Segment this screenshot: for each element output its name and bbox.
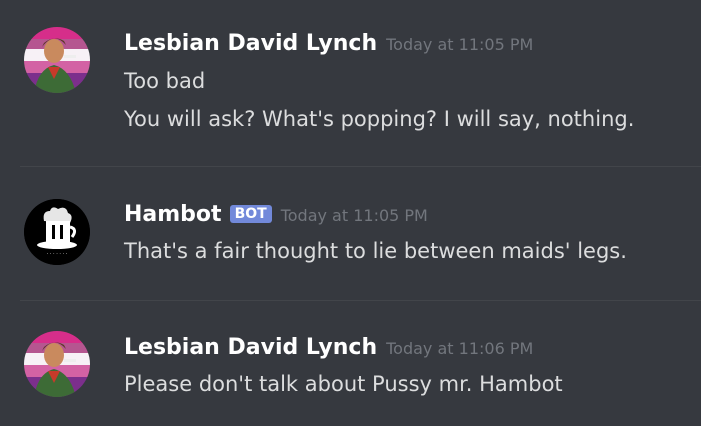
svg-text:· · · · · · ·: · · · · · · · [47,251,68,257]
author-name[interactable]: Hambot [124,202,222,227]
message-group: Lesbian David Lynch Today at 11:06 PM Pl… [0,301,701,426]
author-name[interactable]: Lesbian David Lynch [124,31,377,56]
message-content: Please don't talk about Pussy mr. Hambot [124,372,563,396]
bot-badge: BOT [229,205,272,223]
message-header: Lesbian David Lynch Today at 11:05 PM [124,31,533,56]
avatar[interactable]: · · · · · · · [24,199,90,265]
message-group: · · · · · · · Hambot BOT Today at 11:05 … [0,167,701,300]
author-name[interactable]: Lesbian David Lynch [124,335,377,360]
message-content: You will ask? What's popping? I will say… [124,107,635,131]
avatar[interactable] [24,331,90,397]
message-header: Lesbian David Lynch Today at 11:06 PM [124,335,533,360]
message-timestamp[interactable]: Today at 11:05 PM [386,35,533,54]
avatar[interactable] [24,27,90,93]
message-header: Hambot BOT Today at 11:05 PM [124,202,428,227]
avatar-image [24,27,90,93]
message-timestamp[interactable]: Today at 11:05 PM [281,206,428,225]
message-content: Too bad [124,69,206,93]
avatar-image: · · · · · · · [24,199,90,265]
message-content: That's a fair thought to lie between mai… [124,239,627,263]
avatar-image [24,331,90,397]
message-group: Lesbian David Lynch Today at 11:05 PM To… [0,0,701,166]
message-timestamp[interactable]: Today at 11:06 PM [386,339,533,358]
